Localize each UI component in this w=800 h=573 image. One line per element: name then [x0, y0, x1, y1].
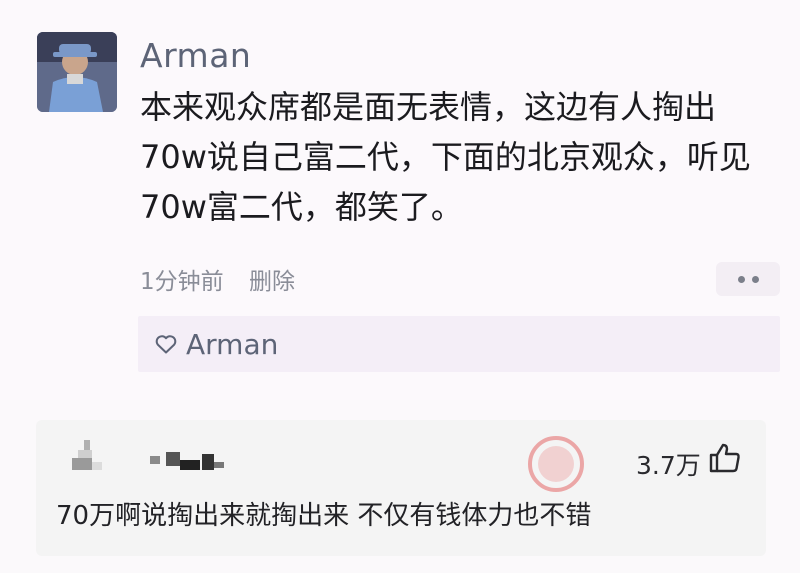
liked-by-user[interactable]: Arman [186, 328, 278, 361]
reply-like-count: 3.7万 [636, 451, 701, 480]
thumbs-up-icon[interactable] [708, 442, 742, 474]
more-dots-icon [737, 275, 745, 283]
delete-link[interactable]: 删除 [249, 269, 295, 295]
more-dots-icon [751, 275, 759, 283]
comment-text: 本来观众席都是面无表情，这边有人掏出70w说自己富二代，下面的北京观众，听见70… [140, 88, 751, 226]
avatar[interactable] [37, 32, 117, 112]
more-button[interactable] [716, 262, 780, 296]
heart-icon [155, 335, 177, 354]
watermark-logo [528, 436, 584, 492]
comment-meta: 1分钟前 删除 [140, 262, 295, 296]
liked-by-bar: Arman [138, 316, 780, 372]
blurred-avatar [72, 440, 102, 470]
comment-time: 1分钟前 [140, 269, 224, 295]
reply-card [36, 420, 766, 556]
blurred-username [150, 452, 224, 470]
comment-card: Arman 本来观众席都是面无表情，这边有人掏出70w说自己富二代，下面的北京观… [0, 0, 800, 400]
comment-username[interactable]: Arman [140, 36, 251, 75]
reply-text: 70万啊说掏出来就掏出来 不仅有钱体力也不错 [56, 501, 592, 531]
